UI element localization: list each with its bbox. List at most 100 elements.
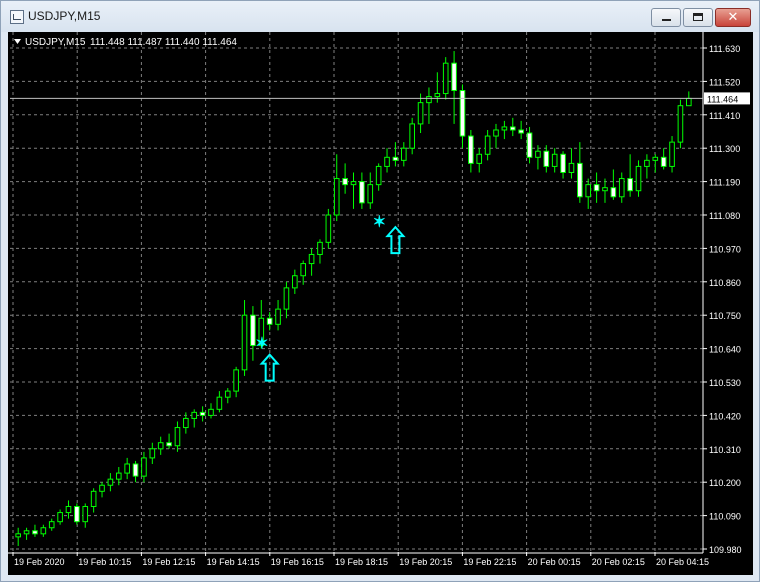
candle-body-bull (325, 214, 332, 243)
candle-body-bear (610, 187, 617, 198)
candle-body-bull (677, 105, 684, 143)
candle-body-bear (518, 129, 524, 134)
candle-body-bull (99, 484, 105, 492)
candle-body-bull (618, 178, 625, 198)
candle-body-bull (183, 417, 189, 429)
y-tick-label: 111.410 (709, 111, 740, 121)
candle-body-bull (300, 263, 307, 277)
price-chart[interactable]: ✶ ✶ 111.630 111.520 111.410 111.300 111.190 11… (8, 32, 753, 575)
candle-body-bull (400, 147, 407, 161)
y-tick-label: 110.090 (709, 512, 741, 522)
x-tick-label: 19 Feb 16:15 (271, 557, 324, 567)
maximize-button[interactable] (683, 8, 713, 27)
candle-body-bull (568, 162, 575, 173)
y-tick-label: 110.860 (709, 278, 741, 288)
candle-body-bear (526, 132, 533, 158)
candle-body-bear (593, 184, 600, 192)
candle-body-bull (317, 241, 323, 255)
candle-body-bull (409, 123, 415, 149)
candle-body-bear (132, 463, 139, 477)
candle-body-bull (426, 96, 432, 104)
y-tick-label: 111.190 (709, 178, 740, 188)
candle-body-bull (442, 62, 449, 95)
axes-layer: 111.630 111.520 111.410 111.300 111.190 111.0… (8, 32, 750, 567)
candle-body-bull (644, 159, 650, 167)
candle-body-bull (141, 457, 147, 477)
star-signal-icon: ✶ (373, 214, 386, 231)
candle-body-bull (585, 184, 592, 198)
candle-body-bull (283, 287, 290, 310)
candle-body-bear (468, 135, 474, 164)
close-button[interactable]: ✕ (715, 8, 751, 27)
up-arrow-signal-icon (385, 225, 406, 255)
y-tick-label: 110.530 (709, 378, 741, 388)
candle-body-bear (459, 90, 466, 137)
candle-body-bull (115, 472, 122, 480)
y-tick-label: 110.750 (709, 311, 741, 321)
minimize-button[interactable] (651, 8, 681, 27)
header-ohlc: 111.448 111.487 111.440 111.464 (90, 37, 237, 48)
candle-body-bear (627, 178, 633, 192)
candle-body-bear (392, 156, 399, 161)
candle-body-bull (686, 97, 692, 107)
candle-body-bull (65, 505, 72, 514)
candle-body-bull (417, 102, 424, 125)
candle-body-bear (32, 530, 38, 535)
candle-body-bear (166, 442, 172, 447)
x-tick-label: 19 Feb 12:15 (142, 557, 195, 567)
y-tick-label: 111.630 (709, 44, 740, 54)
candle-body-bull (275, 308, 281, 325)
candle-body-bull (333, 178, 340, 216)
candle-body-bear (342, 178, 348, 186)
dropdown-triangle-icon[interactable] (14, 39, 21, 44)
candle-body-bull (375, 165, 382, 186)
candle-body-bear (509, 126, 516, 131)
candle-body-bull (107, 478, 114, 486)
y-tick-label: 110.310 (709, 445, 741, 455)
candle-body-bull (652, 156, 659, 161)
x-tick-label: 19 Feb 14:15 (207, 557, 260, 567)
candle-body-bear (266, 317, 273, 325)
candle-body-bull (292, 275, 298, 289)
candle-body-bear (577, 162, 583, 198)
candle-body-bear (451, 62, 457, 92)
window-title: USDJPY,M15 (28, 9, 101, 23)
y-tick-label: 109.980 (709, 545, 742, 555)
y-tick-label: 110.420 (709, 411, 741, 421)
candle-body-bull (350, 181, 357, 186)
candle-body-bull (635, 165, 642, 192)
candle-body-bull (216, 396, 223, 410)
candle-body-bear (560, 153, 566, 173)
candle-body-bear (660, 156, 667, 167)
chart-window-icon (10, 10, 24, 24)
candlestick-chart-svg[interactable]: ✶✶ 111.630111.520111.410111.300111.19011… (8, 32, 753, 575)
candle-body-bull (493, 129, 499, 137)
candle-body-bull (48, 521, 55, 529)
x-tick-label: 19 Feb 10:15 (78, 557, 131, 567)
candles-layer (15, 51, 692, 546)
x-tick-label: 20 Feb 04:15 (656, 557, 709, 567)
candle-body-bull (208, 408, 214, 416)
candle-body-bull (191, 411, 198, 419)
chart-window: USDJPY,M15 ✕ ✶ ✶ 111.630 111.520 111.410 111… (0, 0, 760, 582)
candle-body-bull (551, 153, 558, 167)
title-bar[interactable]: USDJPY,M15 ✕ (1, 1, 759, 32)
current-price-label: 111.464 (707, 94, 738, 104)
y-tick-label: 111.520 (709, 77, 740, 87)
chart-header: USDJPY,M15 111.448 111.487 111.440 111.4… (14, 37, 237, 48)
chart-grid (10, 32, 703, 552)
candle-body-bull (40, 527, 47, 535)
candle-body-bull (476, 153, 483, 164)
x-tick-label: 19 Feb 2020 (14, 557, 65, 567)
candle-body-bull (669, 141, 675, 167)
candle-body-bull (82, 505, 89, 523)
y-tick-label: 110.970 (709, 244, 741, 254)
close-icon: ✕ (727, 10, 739, 25)
y-tick-label: 110.200 (709, 478, 741, 488)
x-tick-label: 19 Feb 22:15 (463, 557, 516, 567)
candle-body-bull (384, 156, 390, 167)
candle-body-bull (501, 126, 508, 131)
candle-body-bull (602, 187, 608, 192)
candle-body-bull (308, 253, 315, 265)
candle-body-bull (535, 150, 541, 158)
